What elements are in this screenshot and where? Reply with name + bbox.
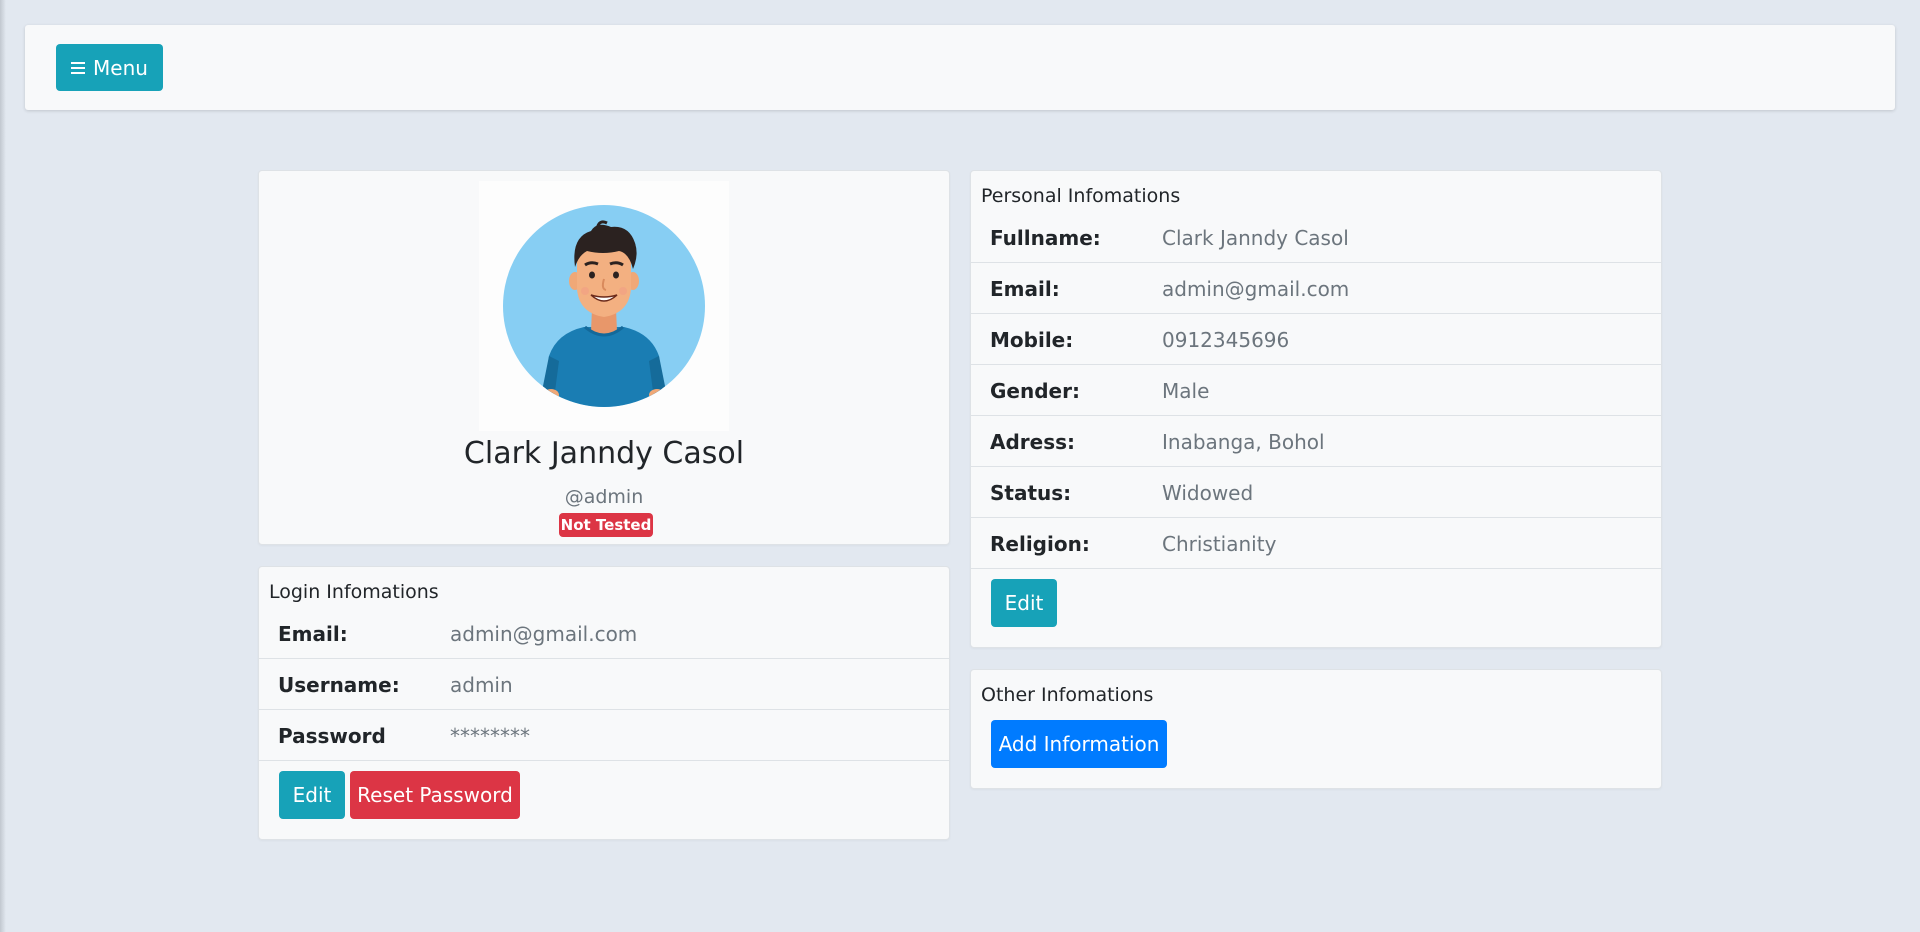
- personal-row-mobile: Mobile: 0912345696: [971, 314, 1661, 365]
- personal-row-fullname: Fullname: Clark Janndy Casol: [971, 212, 1661, 263]
- row-value: Widowed: [1162, 481, 1254, 505]
- personal-info-card: Personal Infomations Fullname: Clark Jan…: [970, 170, 1662, 648]
- row-label: Gender:: [990, 379, 1080, 403]
- other-info-title: Other Infomations: [981, 684, 1154, 706]
- status-badge: Not Tested: [559, 513, 653, 537]
- menu-button[interactable]: Menu: [56, 44, 163, 91]
- reset-password-button[interactable]: Reset Password: [350, 771, 520, 819]
- row-label: Password: [278, 724, 386, 748]
- row-value: Clark Janndy Casol: [1162, 226, 1349, 250]
- row-value: admin: [450, 673, 513, 697]
- personal-edit-button[interactable]: Edit: [991, 579, 1057, 627]
- row-value: Christianity: [1162, 532, 1277, 556]
- row-label: Username:: [278, 673, 400, 697]
- row-value: 0912345696: [1162, 328, 1290, 352]
- top-navbar: Menu: [25, 25, 1895, 110]
- personal-row-status: Status: Widowed: [971, 467, 1661, 518]
- row-value: Inabanga, Bohol: [1162, 430, 1325, 454]
- login-row-password: Password ********: [259, 710, 949, 761]
- row-value: admin@gmail.com: [1162, 277, 1350, 301]
- personal-row-religion: Religion: Christianity: [971, 518, 1661, 569]
- avatar: [479, 181, 729, 431]
- row-label: Email:: [990, 277, 1060, 301]
- row-label: Mobile:: [990, 328, 1074, 352]
- login-row-username: Username: admin: [259, 659, 949, 710]
- other-info-card: Other Infomations Add Information: [970, 669, 1662, 789]
- personal-row-address: Adress: Inabanga, Bohol: [971, 416, 1661, 467]
- personal-row-gender: Gender: Male: [971, 365, 1661, 416]
- profile-name: Clark Janndy Casol: [463, 436, 745, 471]
- row-label: Religion:: [990, 532, 1090, 556]
- avatar-illustration: [503, 205, 705, 407]
- hamburger-icon: [71, 61, 86, 74]
- row-label: Status:: [990, 481, 1072, 505]
- row-value: Male: [1162, 379, 1210, 403]
- login-info-card: Login Infomations Email: admin@gmail.com…: [258, 566, 950, 840]
- login-row-email: Email: admin@gmail.com: [259, 608, 949, 659]
- left-edge-shadow: [0, 0, 6, 932]
- login-info-title: Login Infomations: [269, 581, 439, 603]
- row-label: Fullname:: [990, 226, 1101, 250]
- personal-row-email: Email: admin@gmail.com: [971, 263, 1661, 314]
- row-value: ********: [450, 724, 530, 748]
- add-information-button[interactable]: Add Information: [991, 720, 1167, 768]
- menu-button-label: Menu: [93, 55, 148, 80]
- row-value: admin@gmail.com: [450, 622, 638, 646]
- row-label: Adress:: [990, 430, 1076, 454]
- row-label: Email:: [278, 622, 348, 646]
- login-edit-button[interactable]: Edit: [279, 771, 345, 819]
- profile-username: @admin: [564, 486, 644, 508]
- personal-info-title: Personal Infomations: [981, 185, 1181, 207]
- profile-card: Clark Janndy Casol @admin Not Tested: [258, 170, 950, 545]
